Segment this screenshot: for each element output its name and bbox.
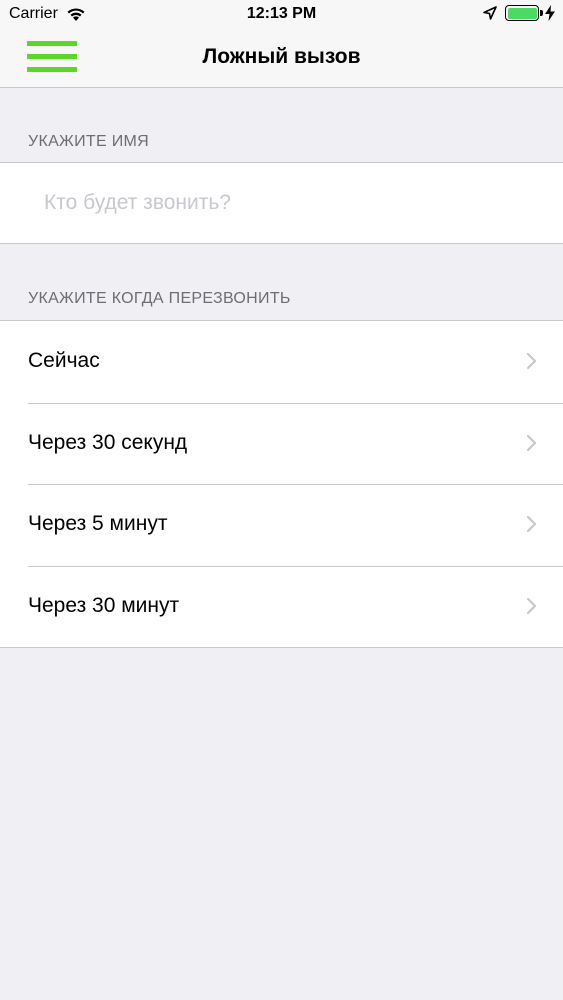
battery-icon [505,5,543,21]
battery-tip [540,10,543,16]
caller-name-input[interactable] [44,181,534,225]
chevron-right-icon [526,597,537,614]
status-right [483,5,555,21]
option-label: Через 30 секунд [28,430,188,454]
navigation-bar: Ложный вызов [0,30,563,88]
option-label: Через 5 минут [28,512,168,535]
status-time: 12:13 PM [246,5,317,22]
status-bar: Carrier 12:13 PM [0,0,563,30]
battery-level [507,7,537,19]
charging-bolt-icon [545,5,555,21]
option-now[interactable]: Сейчас [0,321,563,403]
location-arrow-icon [483,6,497,20]
chevron-right-icon [526,352,537,370]
option-5-minutes[interactable]: Через 5 минут [0,484,563,566]
name-section-header: УКАЖИТЕ ИМЯ [28,133,150,150]
option-30-seconds[interactable]: Через 30 секунд [0,402,563,485]
name-cell [0,162,563,244]
chevron-right-icon [526,515,537,533]
option-30-minutes[interactable]: Через 30 минут [0,565,563,648]
option-label: Через 30 минут [28,593,180,617]
callback-options-list: Сейчас Через 30 секунд Через 5 минут Чер… [0,320,563,648]
chevron-right-icon [526,434,537,451]
page-title: Ложный вызов [202,45,361,68]
option-label: Сейчас [28,349,100,372]
callback-section-header: УКАЖИТЕ КОГДА ПЕРЕЗВОНИТЬ [28,290,291,307]
